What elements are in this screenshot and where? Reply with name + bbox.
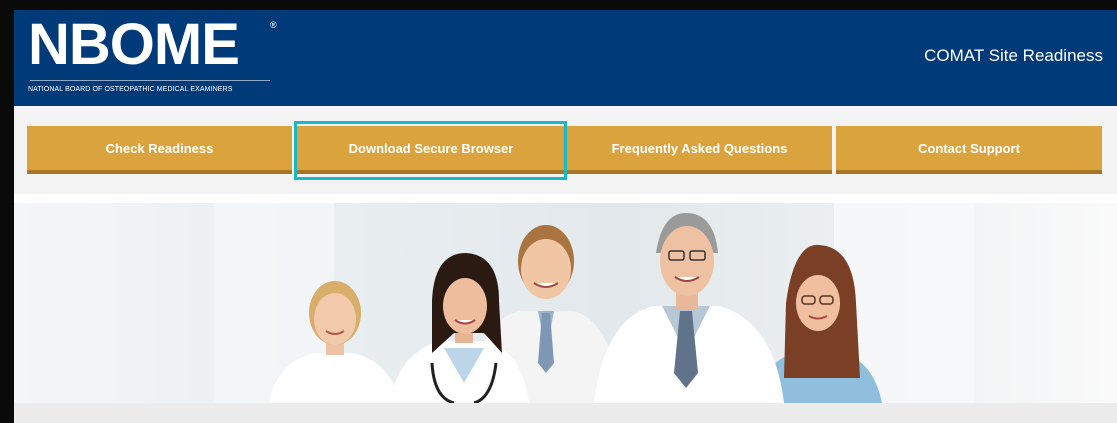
site-header: NBOME ® NATIONAL BOARD OF OSTEOPATHIC ME…	[14, 10, 1117, 106]
logo-wordmark: NBOME	[28, 12, 240, 77]
site-title: COMAT Site Readiness	[924, 46, 1103, 65]
nav-check-readiness-button[interactable]: Check Readiness	[27, 126, 292, 174]
doctors-group-illustration	[214, 203, 974, 403]
person-4	[594, 213, 784, 403]
logo-registered-mark: ®	[270, 20, 277, 30]
nbome-logo[interactable]: NBOME ® NATIONAL BOARD OF OSTEOPATHIC ME…	[28, 12, 278, 102]
nav-faq-button[interactable]: Frequently Asked Questions	[567, 126, 832, 174]
logo-divider	[30, 80, 270, 81]
nav-bar: Check Readiness Download Secure Browser …	[14, 106, 1117, 194]
nav-contact-support-button[interactable]: Contact Support	[836, 126, 1102, 174]
logo-subtitle: NATIONAL BOARD OF OSTEOPATHIC MEDICAL EX…	[28, 86, 233, 93]
hero-banner-image	[14, 203, 1117, 403]
content-area	[14, 403, 1117, 423]
nav-download-secure-browser-button[interactable]: Download Secure Browser	[297, 126, 565, 174]
